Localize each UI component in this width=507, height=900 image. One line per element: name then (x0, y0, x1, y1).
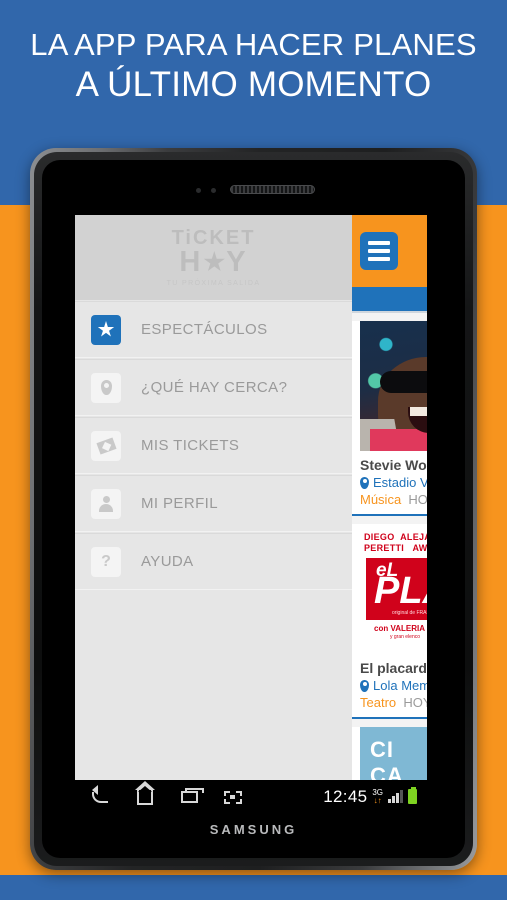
promo-page: SAMSUNG TiCKET H Y TU PRÓXIMA SALIDA ESP… (0, 0, 507, 900)
logo-tagline: TU PRÓXIMA SALIDA (166, 280, 261, 287)
sidebar-item-label: MI PERFIL (141, 495, 218, 512)
sidebar-item-ayuda[interactable]: ? AYUDA (75, 533, 352, 590)
logo-h-letter: H (179, 246, 203, 278)
back-icon[interactable] (85, 786, 119, 808)
el-placard-poster: DIEGO ALEJANDRAPERETTI AWADA eL PLA orig… (360, 524, 427, 654)
sidebar-item-label: ¿QUÉ HAY CERCA? (141, 379, 288, 396)
event-title: Stevie Wonder (360, 457, 427, 473)
sidebar-item-mi-perfil[interactable]: MI PERFIL (75, 475, 352, 532)
front-sensor-icon (196, 188, 201, 193)
sidebar-item-label: ESPECTÁCULOS (141, 321, 268, 338)
app-screen: TiCKET H Y TU PRÓXIMA SALIDA ESPECTÁCULO… (75, 215, 427, 780)
sidebar-item-que-hay-cerca[interactable]: ¿QUÉ HAY CERCA? (75, 359, 352, 416)
logo-ticket-text: TiCKET (171, 227, 256, 249)
sidebar-item-espectaculos[interactable]: ESPECTÁCULOS (75, 301, 352, 358)
event-venue-label: Estadio Vélez (373, 475, 427, 490)
event-category: Música (360, 492, 402, 507)
navigation-drawer: TiCKET H Y TU PRÓXIMA SALIDA ESPECTÁCULO… (75, 215, 352, 780)
event-meta: Teatro HOY (352, 693, 427, 717)
event-venue: Lola Membrives (352, 676, 427, 693)
earpiece-speaker-icon (230, 185, 315, 194)
sidebar-item-mis-tickets[interactable]: MIS TICKETS (75, 417, 352, 474)
android-navigation-bar: 12:45 3G ↓↑ (75, 780, 427, 813)
sidebar-item-label: AYUDA (141, 553, 194, 570)
device-brand-label: SAMSUNG (209, 822, 298, 837)
pin-icon (360, 679, 369, 692)
question-icon: ? (91, 546, 121, 577)
event-category: Teatro (360, 695, 397, 710)
event-card[interactable]: Stevie Wonder Estadio Vélez Música HOY (352, 321, 427, 516)
home-icon[interactable] (129, 780, 163, 808)
blue-bottom-band (0, 875, 507, 900)
hamburger-icon[interactable] (360, 232, 398, 270)
circo-poster: CICAAPORO (360, 727, 427, 780)
signal-bars-icon (388, 790, 403, 803)
logo-star-icon (203, 251, 225, 272)
front-camera-icon (211, 188, 216, 193)
star-icon (91, 314, 121, 345)
status-clock: 12:45 (323, 786, 368, 806)
logo-y-letter: Y (226, 246, 248, 278)
screenshot-icon[interactable] (217, 786, 251, 808)
promo-headline: LA APP PARA HACER PLANES A ÚLTIMO MOMENT… (0, 26, 507, 106)
logo-hoy-text: H Y (179, 246, 248, 278)
person-icon (91, 488, 121, 519)
ticket-icon (91, 430, 121, 461)
pin-icon (360, 476, 369, 489)
event-time: HOY (403, 695, 427, 710)
event-card[interactable]: DIEGO ALEJANDRAPERETTI AWADA eL PLA orig… (352, 524, 427, 719)
pin-icon (91, 372, 121, 403)
tab-bar: HOY (352, 287, 427, 313)
event-meta: Música HOY (352, 490, 427, 514)
app-logo: TiCKET H Y TU PRÓXIMA SALIDA (75, 215, 352, 300)
status-area: 12:45 3G ↓↑ (323, 787, 417, 807)
promo-line-2: A ÚLTIMO MOMENTO (75, 65, 432, 104)
battery-full-icon (408, 787, 417, 804)
event-title: El placard (360, 660, 427, 676)
sidebar-item-label: MIS TICKETS (141, 437, 240, 454)
content-panel: HOY Stevie Wonder Estadio Vélez (352, 215, 427, 780)
event-card[interactable]: CICAAPORO (352, 727, 427, 780)
stevie-wonder-poster (360, 321, 427, 451)
recents-icon[interactable] (173, 786, 207, 808)
app-bar (352, 215, 427, 287)
promo-line-1: LA APP PARA HACER PLANES (30, 27, 477, 62)
event-venue-label: Lola Membrives (373, 678, 427, 693)
event-venue: Estadio Vélez (352, 473, 427, 490)
event-time: HOY (408, 492, 427, 507)
network-type-label: 3G ↓↑ (372, 788, 383, 805)
